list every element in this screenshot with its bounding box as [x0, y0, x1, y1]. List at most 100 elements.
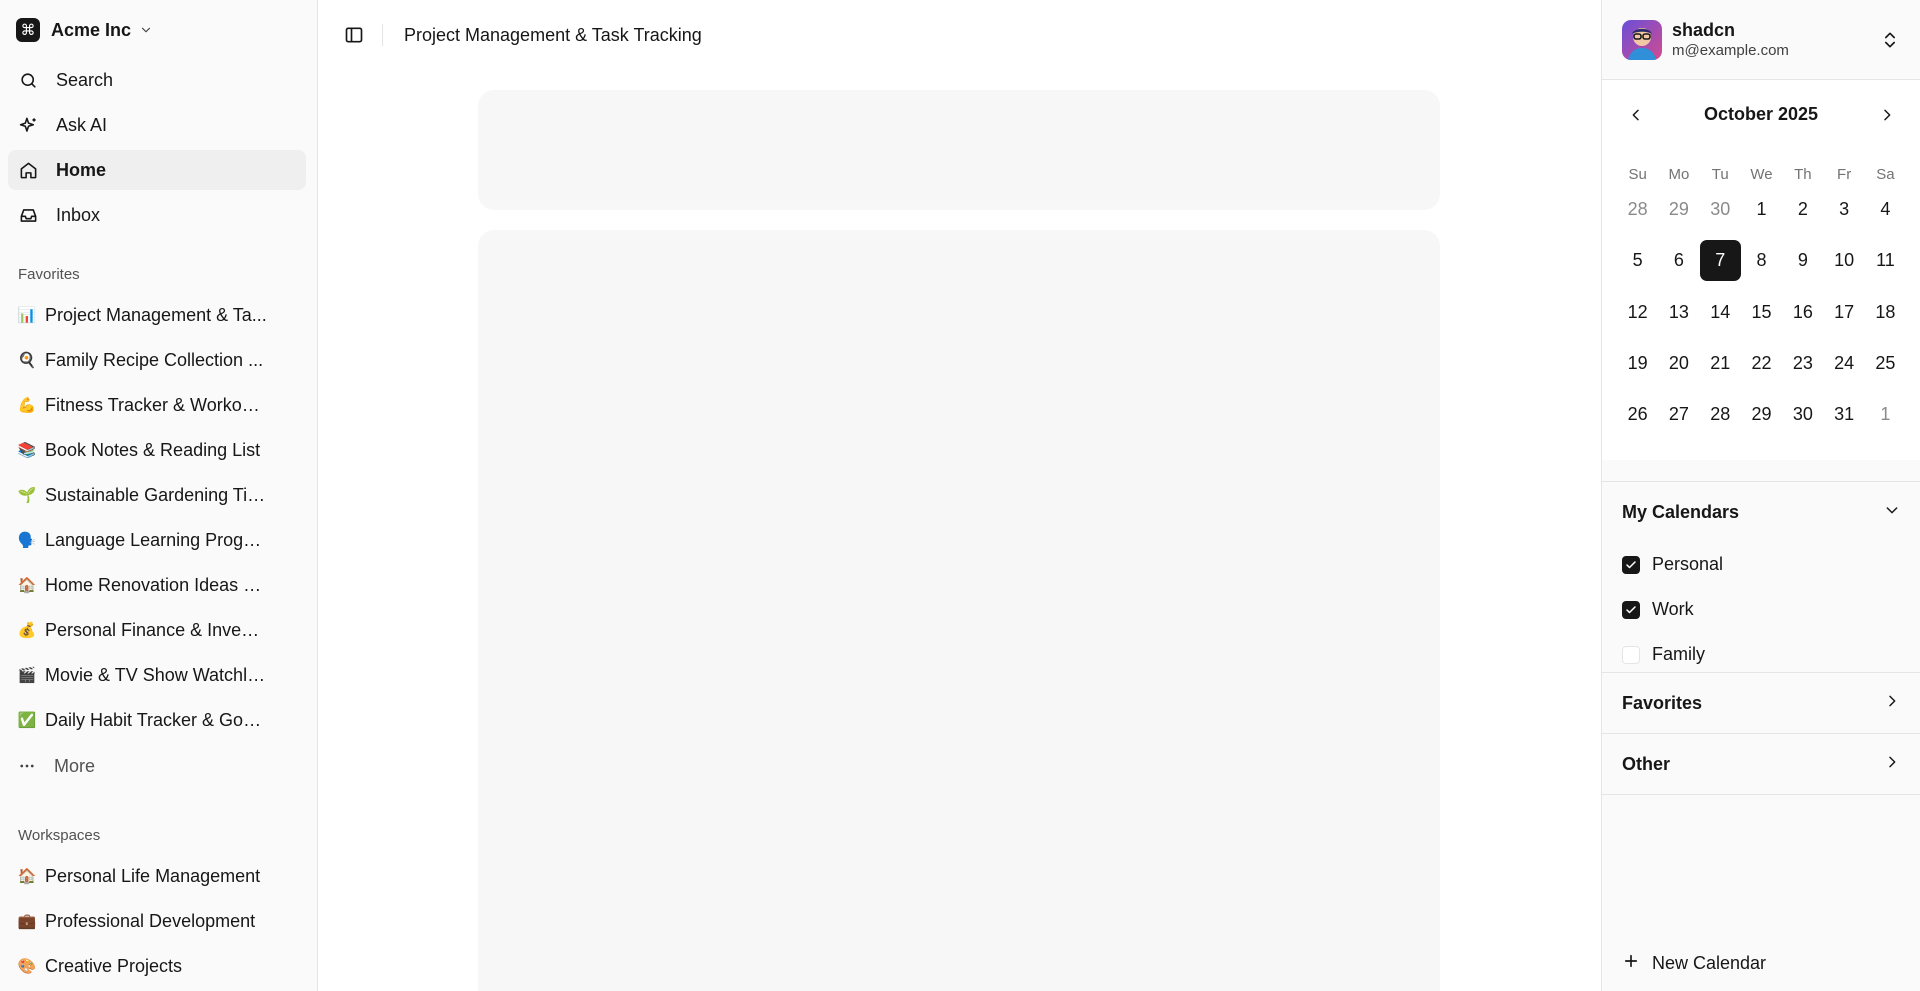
calendar-day[interactable]: 11: [1865, 235, 1906, 286]
calendar-day-number: 23: [1792, 353, 1813, 374]
weekday-label: We: [1750, 166, 1773, 183]
nav-search[interactable]: Search: [8, 60, 306, 100]
calendar-day[interactable]: 15: [1741, 287, 1782, 338]
favorite-item-label: Fitness Tracker & Workout...: [45, 394, 267, 415]
sidebar-toggle-button[interactable]: [340, 21, 368, 49]
calendar-day[interactable]: 29: [1741, 389, 1782, 440]
nav-ask-ai[interactable]: Ask AI: [8, 105, 306, 145]
user-info: shadcn m@example.com: [1672, 19, 1789, 60]
calendar-day-number: 20: [1668, 353, 1689, 374]
calendar-day[interactable]: 28: [1700, 389, 1741, 440]
clapper-emoji-icon: 🎬: [17, 667, 37, 684]
calendar-option-label: Personal: [1652, 554, 1724, 574]
weekday-label: Th: [1794, 166, 1812, 183]
favorite-item[interactable]: 📚 Book Notes & Reading List: [8, 430, 306, 470]
team-switcher[interactable]: ⌘ Acme Inc: [8, 10, 161, 50]
favorite-item[interactable]: 🎬 Movie & TV Show Watchlis...: [8, 655, 306, 695]
favorite-item-label: Personal Finance & Invest...: [45, 619, 267, 640]
check-icon: [1626, 605, 1636, 613]
favorites-more-button[interactable]: More: [8, 746, 306, 786]
calendar-day-number: 18: [1875, 301, 1896, 322]
avatar: [1622, 19, 1662, 60]
workspace-item[interactable]: 💼 Professional Development: [8, 901, 306, 941]
workspaces-group-label: Workspaces: [18, 827, 101, 844]
calendar-day[interactable]: 12: [1617, 287, 1658, 338]
favorite-item[interactable]: 🗣️ Language Learning Progre...: [8, 520, 306, 560]
search-icon: [18, 70, 38, 90]
calendar-day[interactable]: 9: [1782, 235, 1823, 286]
calendar-day[interactable]: 23: [1782, 338, 1823, 389]
calendar-day-number: 19: [1627, 353, 1648, 374]
calendar-day[interactable]: 8: [1741, 235, 1782, 286]
more-label: More: [54, 755, 96, 776]
nav-home[interactable]: Home: [8, 150, 306, 190]
checkbox-checked[interactable]: [1622, 555, 1640, 574]
other-calendars-toggle[interactable]: Other: [1602, 734, 1920, 794]
calendar-option-label: Work: [1652, 599, 1694, 619]
calendar-day-number: 2: [1797, 199, 1808, 220]
favorite-item-label: Book Notes & Reading List: [45, 439, 261, 460]
calendar-option-work[interactable]: Work: [1602, 587, 1920, 632]
user-menu-button[interactable]: shadcn m@example.com: [1602, 0, 1920, 80]
calendar-day[interactable]: 17: [1823, 287, 1864, 338]
workspace-item-label: Professional Development: [45, 910, 256, 931]
nav-inbox[interactable]: Inbox: [8, 195, 306, 235]
calendar-day[interactable]: 31: [1823, 389, 1864, 440]
calendar-day[interactable]: 2: [1782, 184, 1823, 235]
next-month-button[interactable]: [1872, 100, 1902, 130]
calendar-day[interactable]: 19: [1617, 338, 1658, 389]
favorite-item[interactable]: 🏠 Home Renovation Ideas & ...: [8, 565, 306, 605]
calendar-day[interactable]: 5: [1617, 235, 1658, 286]
inbox-icon: [18, 205, 38, 225]
new-calendar-button[interactable]: New Calendar: [1622, 948, 1766, 978]
favorite-item[interactable]: 💪 Fitness Tracker & Workout...: [8, 385, 306, 425]
calendar-day[interactable]: 18: [1865, 287, 1906, 338]
calendar-day[interactable]: 3: [1823, 184, 1864, 235]
calendar-day-number: 17: [1834, 301, 1855, 322]
my-calendars-title: My Calendars: [1622, 501, 1740, 522]
favorites-calendars-toggle[interactable]: Favorites: [1602, 673, 1920, 733]
favorite-item[interactable]: ✅ Daily Habit Tracker & Goal ...: [8, 700, 306, 740]
checkbox-unchecked[interactable]: [1622, 645, 1640, 664]
calendar-day-number: 28: [1627, 199, 1648, 220]
calendar-day-selected[interactable]: 7: [1699, 235, 1741, 286]
calendar-day[interactable]: 10: [1823, 235, 1864, 286]
calendar-day[interactable]: 14: [1700, 287, 1741, 338]
calendar-day-number: 31: [1834, 404, 1855, 425]
weekday-header: Su Mo Tu We Th Fr Sa: [1617, 166, 1906, 183]
calendar-day[interactable]: 26: [1617, 389, 1658, 440]
workspace-item[interactable]: 🎨 Creative Projects: [8, 946, 306, 986]
favorite-item[interactable]: 💰 Personal Finance & Invest...: [8, 610, 306, 650]
calendar-day[interactable]: 6: [1658, 235, 1699, 286]
calendar-day[interactable]: 4: [1865, 184, 1906, 235]
calendar-day[interactable]: 28: [1617, 184, 1658, 235]
favorites-calendars-section: Favorites: [1602, 672, 1920, 733]
home-icon: [18, 160, 38, 180]
chevron-down-icon: [1884, 502, 1900, 523]
workspace-item[interactable]: 🏠 Personal Life Management: [8, 856, 306, 896]
calendar-day[interactable]: 30: [1700, 184, 1741, 235]
checkbox-checked[interactable]: [1622, 600, 1640, 619]
calendar-day[interactable]: 30: [1782, 389, 1823, 440]
calendar-option-family[interactable]: Family: [1602, 632, 1920, 677]
calendar-day[interactable]: 20: [1658, 338, 1699, 389]
calendar-day[interactable]: 25: [1865, 338, 1906, 389]
calendar-day-number: 24: [1834, 353, 1855, 374]
my-calendars-toggle[interactable]: My Calendars: [1602, 482, 1920, 542]
calendar-day[interactable]: 13: [1658, 287, 1699, 338]
calendar-day[interactable]: 27: [1658, 389, 1699, 440]
calendar-day[interactable]: 16: [1782, 287, 1823, 338]
calendar-day[interactable]: 24: [1823, 338, 1864, 389]
money-bag-emoji-icon: 💰: [17, 622, 37, 639]
favorite-item[interactable]: 🍳 Family Recipe Collection ...: [8, 340, 306, 380]
calendar-day[interactable]: 29: [1658, 184, 1699, 235]
calendar-day[interactable]: 1: [1865, 389, 1906, 440]
calendar-day[interactable]: 1: [1741, 184, 1782, 235]
favorite-item[interactable]: 📊 Project Management & Ta...: [8, 295, 306, 335]
calendar-day[interactable]: 22: [1741, 338, 1782, 389]
calendar-day[interactable]: 21: [1700, 338, 1741, 389]
favorite-item[interactable]: 🌱 Sustainable Gardening Tip...: [8, 475, 306, 515]
calendar-day-number: 1: [1756, 199, 1767, 220]
calendar-option-personal[interactable]: Personal: [1602, 542, 1920, 587]
calendar-day-number: 30: [1792, 404, 1813, 425]
